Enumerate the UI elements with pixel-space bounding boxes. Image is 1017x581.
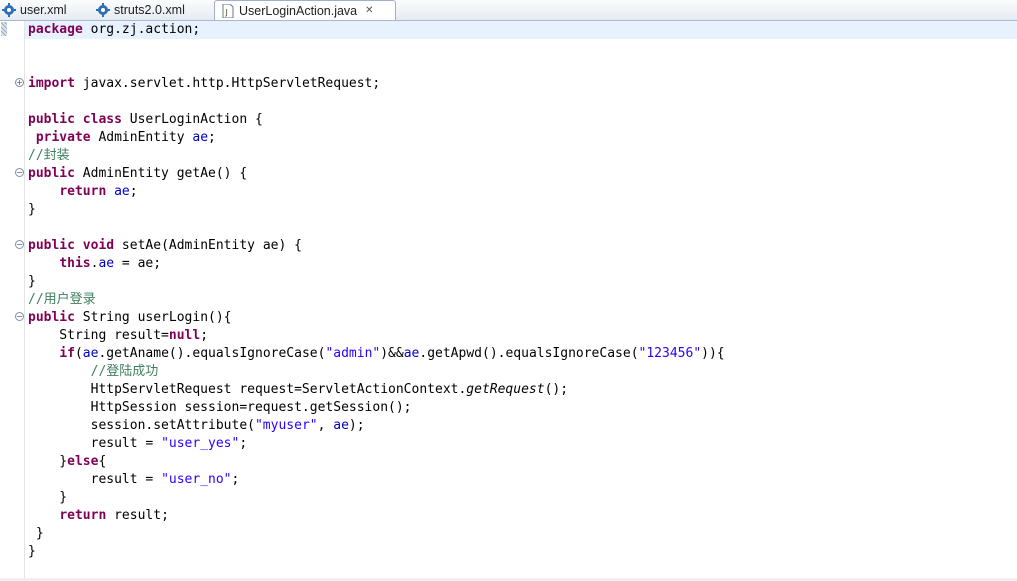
java-file-icon: J	[221, 3, 235, 18]
code-line: HttpSession session=request.getSession()…	[28, 400, 412, 415]
xml-gear-icon	[96, 3, 110, 17]
code-line: }else{	[28, 454, 107, 469]
code-line: }	[28, 202, 36, 217]
fold-collapse-icon[interactable]: −	[15, 240, 24, 249]
code-line: this.ae = ae;	[59, 256, 162, 271]
code-line: }	[28, 544, 36, 559]
tab-label: UserLoginAction.java	[239, 3, 358, 18]
tab-label: struts2.0.xml	[114, 3, 185, 17]
code-line: HttpServletRequest request=ServletAction…	[28, 382, 569, 397]
code-line: //封装	[28, 148, 70, 163]
fold-collapse-icon[interactable]: −	[15, 312, 24, 321]
code-line: }	[28, 526, 44, 541]
code-line: }	[28, 490, 68, 505]
code-line: package org.zj.action;	[25, 21, 1017, 39]
code-line: }	[28, 274, 36, 289]
code-line: public void setAe(AdminEntity ae) {	[28, 238, 302, 253]
code-line: public AdminEntity getAe() {	[28, 166, 248, 181]
code-line: public class UserLoginAction {	[28, 112, 263, 127]
code-line: result = "user_yes";	[28, 436, 248, 451]
close-icon[interactable]: ✕	[365, 5, 373, 16]
code-line: result = "user_no";	[28, 472, 240, 487]
editor-gutter: + − − −	[0, 21, 25, 581]
xml-gear-icon	[2, 3, 16, 17]
tab-user-xml[interactable]: user.xml	[0, 0, 90, 20]
fold-collapse-icon[interactable]: −	[15, 168, 24, 177]
code-line: return result;	[59, 508, 169, 523]
code-line: session.setAttribute("myuser", ae);	[28, 418, 365, 433]
editor-tab-bar: user.xml struts2.0.xml J UserLoginAction…	[0, 0, 1017, 21]
code-line: private AdminEntity ae;	[35, 130, 216, 145]
fold-expand-icon[interactable]: +	[15, 78, 24, 87]
svg-text:J: J	[225, 8, 228, 17]
code-line: //登陆成功	[90, 364, 159, 379]
code-line: return ae;	[59, 184, 138, 199]
tab-userloginaction-java[interactable]: J UserLoginAction.java ✕	[214, 0, 396, 20]
code-line: if(ae.getAname().equalsIgnoreCase("admin…	[59, 346, 725, 361]
code-line: String result=null;	[28, 328, 209, 343]
tab-struts-xml[interactable]: struts2.0.xml	[94, 0, 212, 20]
code-line: //用户登录	[28, 292, 96, 307]
tab-label: user.xml	[20, 3, 67, 17]
code-line: public String userLogin(){	[28, 310, 232, 325]
code-line: import javax.servlet.http.HttpServletReq…	[28, 76, 381, 91]
change-marker	[1, 22, 7, 36]
